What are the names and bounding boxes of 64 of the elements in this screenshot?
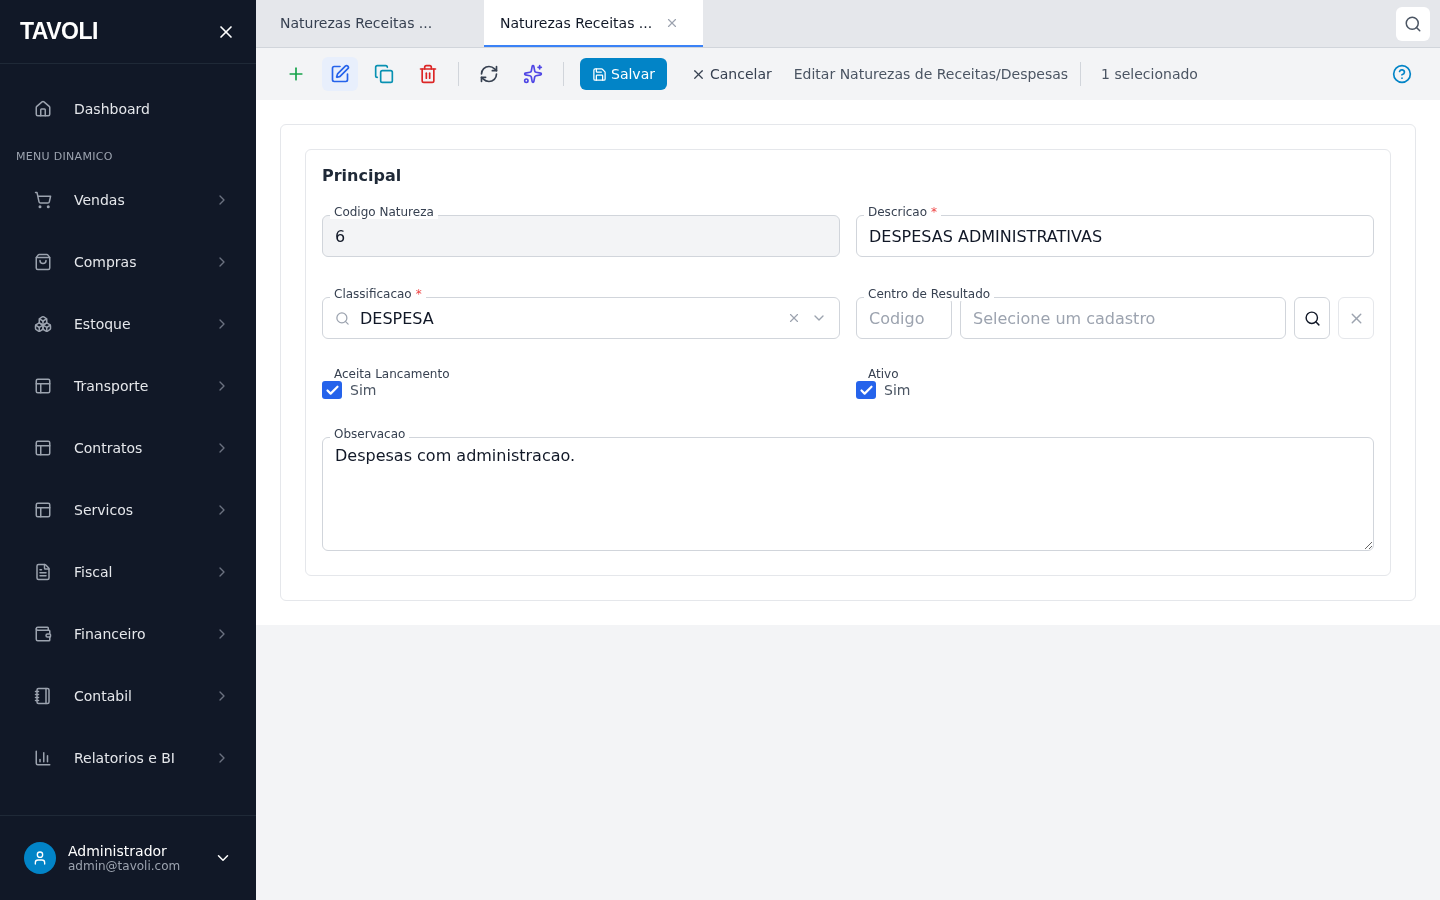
lookup-field[interactable]: Selecione um cadastro — [960, 297, 1286, 339]
menu-item[interactable]: Vendas — [0, 169, 256, 231]
edit-button[interactable] — [322, 57, 358, 91]
house-icon — [34, 100, 52, 118]
notebook-icon — [34, 687, 52, 705]
checkbox-label: Aceita Lancamento — [333, 367, 451, 381]
panel-icon — [34, 501, 52, 519]
toolbar-title: Editar Naturezas de Receitas/Despesas — [793, 66, 1069, 82]
field-label: Classificacao * — [330, 287, 426, 301]
trash-icon — [418, 64, 438, 84]
search-icon — [1303, 309, 1321, 327]
user-name: Administrador — [68, 843, 168, 859]
sparkles-icon — [523, 64, 543, 84]
boxes-icon — [34, 315, 52, 333]
menu-item[interactable]: Servicos — [0, 479, 256, 541]
tab[interactable]: Naturezas Receitas ... — [256, 0, 484, 47]
avatar — [24, 842, 56, 874]
field-label: Observacao — [330, 427, 410, 441]
bag-icon — [34, 253, 52, 271]
save-button[interactable]: Salvar — [580, 58, 667, 90]
menu-item[interactable]: Relatorios e BI — [0, 727, 256, 789]
textarea-field[interactable]: Despesas com administracao. — [322, 437, 1374, 551]
field-label: Descricao * — [864, 205, 942, 219]
menu-item[interactable]: Compras — [0, 231, 256, 293]
cancel-button[interactable]: Cancelar — [685, 65, 778, 83]
section-title: Principal — [322, 166, 403, 185]
wallet-icon — [34, 625, 52, 643]
field-label: Codigo Natureza — [330, 205, 438, 219]
help-icon — [1392, 64, 1412, 84]
dashboard-link[interactable]: Dashboard — [0, 84, 256, 134]
clear-icon — [787, 311, 801, 325]
menu-item[interactable]: Financeiro — [0, 603, 256, 665]
section-heading: MENU DINAMICO — [15, 149, 114, 165]
menu-item[interactable]: Contabil — [0, 665, 256, 727]
menu-item[interactable]: Transporte — [0, 355, 256, 417]
input-field[interactable]: DESPESAS ADMINISTRATIVAS — [856, 215, 1374, 257]
option-label: Sim — [884, 382, 911, 398]
search-icon — [335, 310, 350, 326]
search-icon — [1404, 15, 1422, 33]
refresh-icon — [479, 64, 499, 84]
field-label: Centro de Resultado — [864, 287, 995, 301]
panel-icon — [34, 377, 52, 395]
search-button[interactable] — [1396, 7, 1430, 41]
bar-chart-icon — [34, 749, 52, 767]
code-field[interactable]: Codigo — [856, 297, 952, 339]
document-icon — [34, 563, 52, 581]
panel-icon — [34, 439, 52, 457]
selection-count: 1 selecionado — [1101, 66, 1198, 82]
copy-icon — [374, 64, 394, 84]
checkbox[interactable] — [856, 381, 876, 399]
menu-item[interactable]: Contratos — [0, 417, 256, 479]
tab[interactable]: Naturezas Receitas ... — [484, 0, 703, 47]
logo: TAVOLI — [20, 18, 98, 45]
menu-item[interactable]: Estoque — [0, 293, 256, 355]
menu-item[interactable]: Fiscal — [0, 541, 256, 603]
pen-icon — [330, 64, 350, 84]
save-icon — [592, 66, 607, 82]
search-button[interactable] — [1294, 297, 1330, 339]
checkbox[interactable] — [322, 381, 342, 399]
cart-icon — [34, 191, 52, 209]
checkbox-label: Ativo — [867, 367, 900, 381]
select-field[interactable]: DESPESA — [322, 297, 840, 339]
user-email: admin@tavoli.com — [68, 859, 182, 873]
option-label: Sim — [350, 382, 377, 398]
